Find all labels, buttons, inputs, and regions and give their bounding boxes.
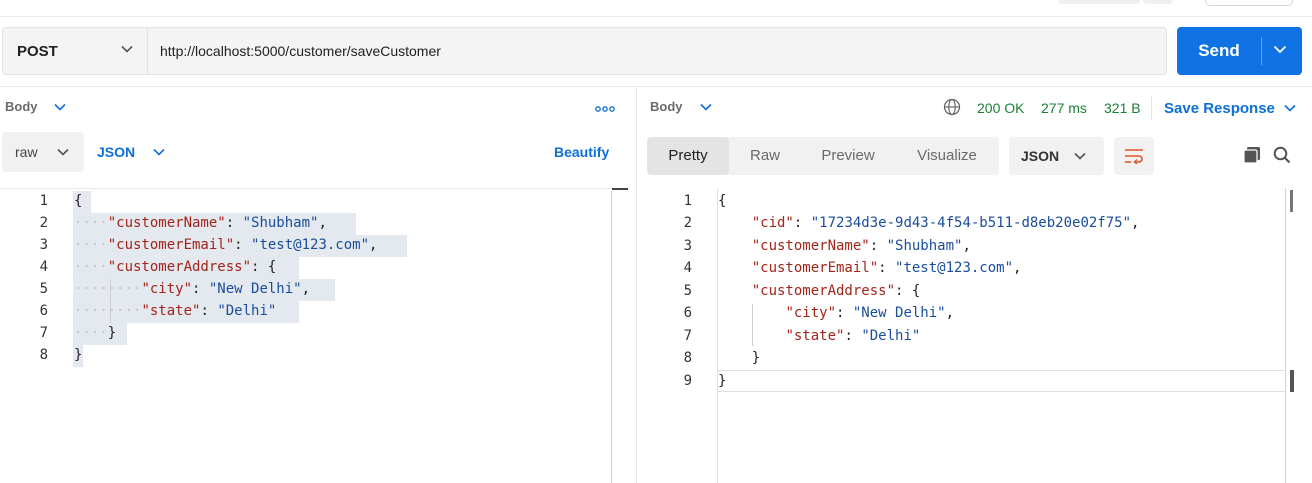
method-select[interactable]: POST [2,27,147,75]
line-number: 8 [683,350,692,366]
pane-splitter[interactable] [636,87,637,483]
line-number: 5 [39,281,48,297]
code-line: { [718,193,727,209]
code-line: "customerName": "Shubham", [751,238,971,254]
line-number: 8 [39,347,48,363]
wrap-lines-button[interactable] [1114,137,1154,175]
code-line: } [74,347,83,363]
line-number: 3 [39,237,48,253]
code-line: "customerEmail": "test@123.com", [751,260,1022,276]
tab-raw[interactable]: Raw [729,137,801,175]
request-body-tab[interactable]: Body [5,99,38,114]
code-line: ····"customerEmail": "test@123.com", [74,237,378,253]
save-response-button[interactable]: Save Response [1164,100,1275,117]
response-body-label: Body [650,99,683,114]
request-body-label: Body [5,99,38,114]
toolbar-button-partial-2[interactable] [1143,0,1173,4]
globe-icon[interactable] [943,98,961,116]
send-button[interactable]: Send [1177,27,1302,75]
code-line: "city": "New Delhi", [785,305,955,321]
line-number: 6 [39,303,48,319]
send-divider [1261,37,1262,65]
line-number: 7 [683,328,692,344]
line-number: 5 [683,283,692,299]
chevron-down-icon [1074,152,1086,160]
code-line: "cid": "17234d3e-9d43-4f54-b511-d8eb20e0… [751,215,1140,231]
code-line: "state": "Delhi" [785,328,921,344]
line-number: 4 [39,259,48,275]
beautify-button[interactable]: Beautify [554,144,609,160]
toolbar-button-partial[interactable] [1058,0,1140,4]
code-line: } [718,350,761,366]
code-line: { [74,193,83,209]
divider [0,86,1312,87]
body-format-label: JSON [97,144,136,160]
code-line: "customerAddress": { [751,283,921,299]
line-number: 1 [39,193,48,209]
response-size[interactable]: 321 B [1104,100,1141,116]
save-response-label: Save Response [1164,100,1275,117]
request-body-editor[interactable]: 1 2 3 4 5 6 7 8 { ····"customerName": "S… [0,188,630,483]
more-options-icon[interactable] [595,106,615,112]
response-format-select[interactable]: JSON [1009,137,1104,175]
code-line: ····"customerAddress": { [74,259,277,275]
code-line: ····} [74,325,117,341]
line-number: 7 [39,325,48,341]
body-format-select[interactable]: JSON [97,144,135,160]
chevron-down-icon [121,45,133,53]
response-body-tab[interactable]: Body [650,99,683,114]
send-label: Send [1198,41,1240,60]
line-number: 2 [39,215,48,231]
chevron-down-icon[interactable] [700,103,712,111]
divider [1151,96,1152,120]
chevron-down-icon[interactable] [1284,104,1296,112]
send-options-chevron-icon[interactable] [1273,45,1287,54]
url-input[interactable]: http://localhost:5000/customer/saveCusto… [147,27,1167,75]
toolbar-toggle-partial[interactable] [1205,0,1293,6]
code-line: } [718,373,727,389]
code-line: ········"state": "Delhi" [74,303,277,319]
response-view-tabs: Pretty Raw Preview Visualize [647,137,999,175]
line-number: 3 [683,238,692,254]
chevron-down-icon[interactable] [54,103,66,111]
status-code[interactable]: 200 OK [977,100,1024,116]
tab-pretty[interactable]: Pretty [647,137,729,175]
url-text: http://localhost:5000/customer/saveCusto… [160,43,441,59]
response-time[interactable]: 277 ms [1041,100,1087,116]
search-icon[interactable] [1273,146,1291,164]
body-mode-select[interactable]: raw [2,132,84,172]
chevron-down-icon[interactable] [153,148,165,156]
tab-preview[interactable]: Preview [805,137,891,175]
line-number: 2 [683,215,692,231]
response-format-label: JSON [1021,148,1060,164]
line-number: 1 [683,193,692,209]
body-mode-label: raw [15,144,38,160]
chevron-down-icon [57,148,69,156]
response-body-viewer[interactable]: 1 2 3 4 5 6 7 8 9 { "cid": "17234d3e-9d4… [640,188,1312,483]
top-toolbar-strip [0,0,1312,17]
line-number: 9 [683,373,692,389]
line-number: 6 [683,305,692,321]
beautify-label: Beautify [554,144,610,160]
copy-icon[interactable] [1243,146,1261,164]
wrap-lines-icon [1125,149,1143,164]
method-label: POST [17,42,58,60]
line-number: 4 [683,260,692,276]
code-line: ····"customerName": "Shubham", [74,215,327,231]
tab-visualize[interactable]: Visualize [897,137,997,175]
